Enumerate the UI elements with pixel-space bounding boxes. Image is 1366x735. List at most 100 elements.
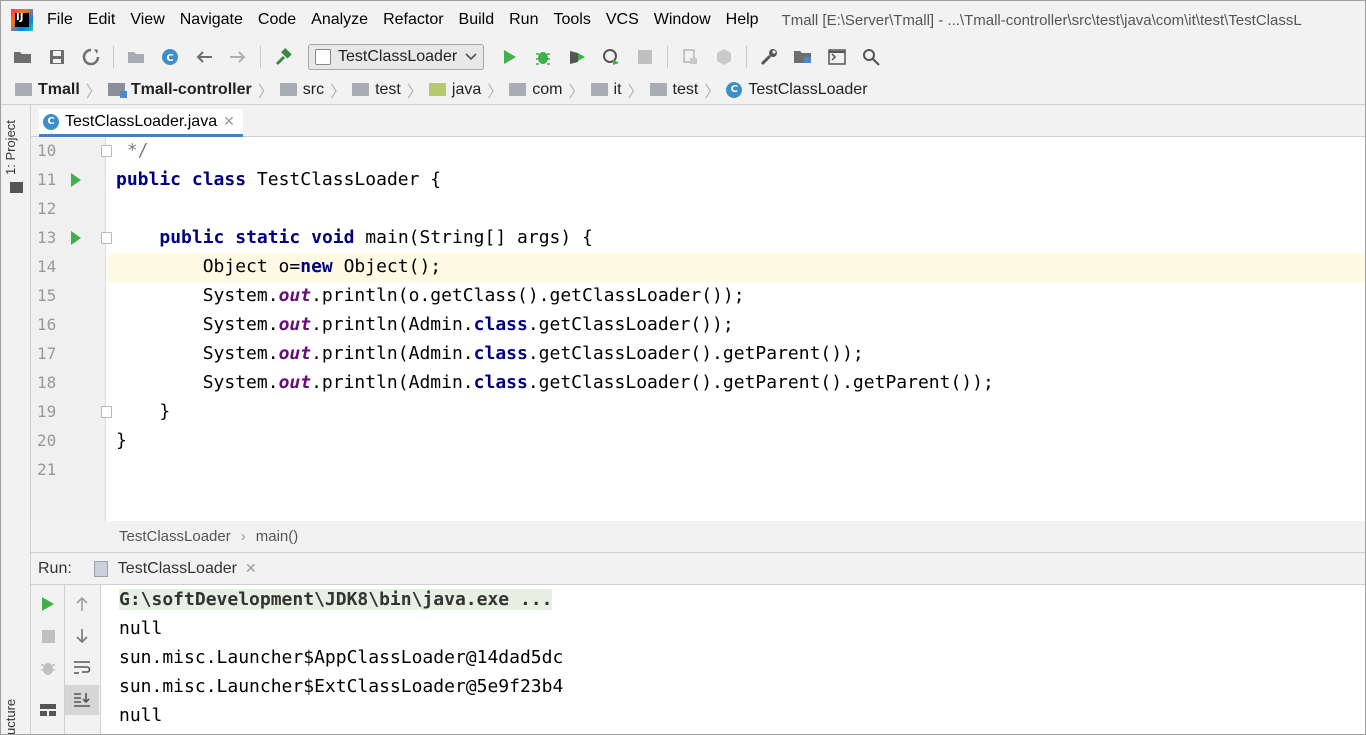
menu-tools[interactable]: Tools (553, 11, 590, 29)
deploy-icon[interactable] (714, 47, 734, 67)
forward-icon[interactable] (228, 47, 248, 67)
arrow-up-icon[interactable] (65, 589, 99, 619)
code-line[interactable]: 15 System.out.println(o.getClass().getCl… (31, 282, 1365, 311)
code-line[interactable]: 21 (31, 456, 1365, 485)
search-icon[interactable] (861, 47, 881, 67)
menu-file[interactable]: File (47, 11, 73, 29)
menu-code[interactable]: Code (258, 11, 296, 29)
sync-icon[interactable] (81, 47, 101, 67)
line-number: 18 (37, 373, 57, 392)
save-icon[interactable] (47, 47, 67, 67)
intellij-logo-icon: IJ (11, 9, 33, 31)
folder-icon (279, 83, 297, 96)
rerun-icon[interactable] (31, 589, 65, 619)
code-text: public static void main(String[] args) { (159, 227, 593, 248)
breadcrumb-tmall-controller[interactable]: Tmall-controller (107, 81, 252, 99)
line-number: 17 (37, 344, 57, 363)
code-line[interactable]: 20} (31, 427, 1365, 456)
close-icon[interactable]: ✕ (223, 113, 235, 130)
folder-icon (15, 83, 32, 96)
editor-crumb-method[interactable]: main() (256, 528, 299, 545)
navigation-bar: Tmall 〉 Tmall-controller 〉 src 〉 test 〉 … (1, 75, 1365, 105)
breadcrumb-label: com (532, 80, 563, 98)
code-line[interactable]: 12 (31, 195, 1365, 224)
build-hammer-icon[interactable] (273, 47, 293, 67)
fold-marker-icon[interactable] (101, 232, 112, 244)
menu-build[interactable]: Build (459, 11, 495, 29)
menu-analyze[interactable]: Analyze (311, 11, 368, 29)
code-text: } (116, 401, 171, 422)
stop-icon[interactable] (635, 47, 655, 67)
fold-marker-icon[interactable] (101, 145, 112, 157)
editor-crumb-class[interactable]: TestClassLoader (119, 528, 231, 545)
arrow-down-icon[interactable] (65, 621, 99, 651)
breadcrumb-test[interactable]: test (352, 81, 401, 99)
run-icon[interactable] (499, 47, 519, 67)
code-line[interactable]: 19 } (31, 398, 1365, 427)
project-structure-icon[interactable] (126, 47, 146, 67)
breadcrumb-tmall[interactable]: Tmall (15, 81, 80, 99)
code-line[interactable]: 14 Object o=new Object(); (31, 253, 1365, 282)
breadcrumb-label: src (302, 80, 325, 98)
project-tool-tab[interactable]: 1: Project (3, 120, 18, 175)
menu-help[interactable]: Help (726, 11, 759, 29)
menu-run[interactable]: Run (509, 11, 538, 29)
code-line[interactable]: 13 public static void main(String[] args… (31, 224, 1365, 253)
run-gutter-icon[interactable] (71, 173, 81, 187)
debug-icon[interactable] (533, 47, 553, 67)
breadcrumb-label: test (672, 80, 699, 98)
run-tab-testclassloader[interactable]: TestClassLoader ✕ (93, 560, 257, 578)
code-text: */ (116, 140, 149, 161)
breadcrumb-java[interactable]: java (428, 81, 481, 99)
menu-refactor[interactable]: Refactor (383, 11, 443, 29)
chevron-down-icon (465, 53, 477, 61)
back-icon[interactable] (194, 47, 214, 67)
class-icon: C (726, 81, 743, 98)
breadcrumb-com[interactable]: com (509, 80, 563, 99)
line-number: 12 (37, 199, 57, 218)
menu-view[interactable]: View (130, 11, 164, 29)
breadcrumb-testclassloader[interactable]: C TestClassLoader (726, 81, 868, 99)
editor-tab-bar: C TestClassLoader.java ✕ (31, 105, 1365, 137)
attach-icon[interactable] (680, 47, 700, 67)
breadcrumb-test-package[interactable]: test (649, 80, 699, 99)
open-folder-icon[interactable] (13, 47, 33, 67)
coverage-icon[interactable] (567, 47, 587, 67)
breadcrumb-it[interactable]: it (590, 81, 622, 99)
structure-tool-tab[interactable]: ucture (3, 699, 18, 734)
close-icon[interactable]: ✕ (245, 560, 257, 577)
soft-wrap-icon[interactable] (65, 653, 99, 683)
fold-marker-icon[interactable] (101, 406, 112, 418)
run-configuration-dropdown[interactable]: TestClassLoader (308, 44, 484, 70)
menu-navigate[interactable]: Navigate (180, 11, 243, 29)
test-source-folder-icon (428, 83, 446, 96)
code-text: System.out.println(Admin.class.getClassL… (116, 372, 994, 393)
editor-tab-testclassloader[interactable]: C TestClassLoader.java ✕ (39, 109, 243, 137)
breadcrumb-separator: 〉 (257, 83, 274, 101)
run-gutter-icon[interactable] (71, 231, 81, 245)
console-output[interactable]: G:\softDevelopment\JDK8\bin\java.exe ...… (101, 585, 1365, 734)
code-line[interactable]: 18 System.out.println(Admin.class.getCla… (31, 369, 1365, 398)
scroll-to-end-icon[interactable] (65, 685, 99, 715)
left-tool-strip: 1: Project ucture (1, 105, 31, 734)
code-line[interactable]: 11 public class TestClassLoader { (31, 166, 1365, 195)
class-icon[interactable]: C (160, 47, 180, 67)
code-line[interactable]: 17 System.out.println(Admin.class.getCla… (31, 340, 1365, 369)
menu-window[interactable]: Window (654, 11, 711, 29)
code-editor[interactable]: 10 */ 11 public class TestClassLoader { 12 1… (31, 137, 1365, 521)
breadcrumb-separator: 〉 (627, 83, 644, 101)
stop-icon[interactable] (31, 621, 65, 651)
menu-edit[interactable]: Edit (88, 11, 116, 29)
code-line[interactable]: 16 System.out.println(Admin.class.getCla… (31, 311, 1365, 340)
debug-settings-icon[interactable] (31, 653, 65, 683)
menu-vcs[interactable]: VCS (606, 11, 639, 29)
project-settings-icon[interactable] (793, 47, 813, 67)
layout-icon[interactable] (31, 695, 65, 725)
terminal-icon[interactable] (827, 47, 847, 67)
profile-icon[interactable] (601, 47, 621, 67)
code-text: System.out.println(Admin.class.getClassL… (116, 314, 734, 335)
code-line[interactable]: 10 */ (31, 137, 1365, 166)
main-toolbar: C TestClassLoader (1, 39, 1365, 75)
settings-wrench-icon[interactable] (759, 47, 779, 67)
breadcrumb-src[interactable]: src (279, 80, 325, 99)
